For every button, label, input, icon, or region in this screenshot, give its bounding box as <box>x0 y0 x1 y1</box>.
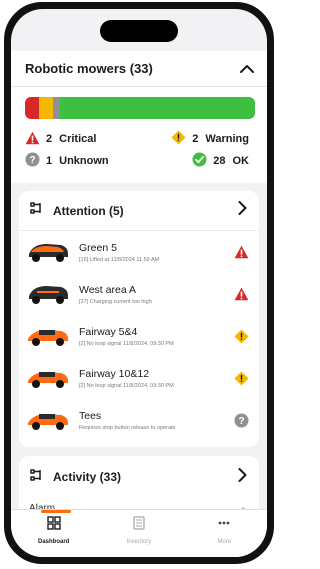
dynamic-island <box>100 20 178 42</box>
ok-icon <box>192 152 207 170</box>
alert-item[interactable]: Tees Requires stop button release to ope… <box>19 399 259 441</box>
tab-dashboard[interactable]: Dashboard <box>11 516 96 545</box>
attention-title: Attention (5) <box>53 203 124 218</box>
unknown-count: 1 <box>46 155 53 167</box>
critical-count: 2 <box>46 133 53 145</box>
tab-label: Inventory <box>126 539 152 545</box>
tab-label: Dashboard <box>37 539 70 545</box>
status-summary: 2 Critical 2 Warning ? 1 Unknown 28 OK <box>11 87 267 183</box>
ok-stat[interactable]: 28 OK <box>137 152 255 170</box>
status-bar-segment-critical <box>25 97 39 119</box>
unknown-label: Unknown <box>59 155 109 167</box>
warning-count: 2 <box>192 133 199 145</box>
tab-label: More <box>217 539 232 545</box>
page-title: Robotic mowers (33) <box>25 61 153 76</box>
warning-icon <box>233 370 249 386</box>
attention-header[interactable]: Attention (5) <box>19 191 259 231</box>
attention-card: Attention (5) Green 5 [16] Lifted at 11/… <box>19 191 259 447</box>
more-icon <box>217 516 231 535</box>
inventory-icon <box>132 516 146 535</box>
alert-name: Green 5 <box>79 241 117 254</box>
chevron-right-icon[interactable] <box>238 201 247 220</box>
mower-image <box>25 323 71 349</box>
app-screen: Robotic mowers (33) 2 Critical 2 Warning… <box>11 9 267 557</box>
status-bar-segment-warning <box>38 97 53 119</box>
alert-name: Fairway 5&4 <box>79 325 138 338</box>
alert-detail: [2] No loop signal 11/8/2024, 09:30 PM <box>79 382 174 389</box>
alert-detail: [2] No loop signal 11/8/2024, 09:30 PM <box>79 340 174 347</box>
svg-text:?: ? <box>29 155 35 166</box>
mower-image <box>25 365 71 391</box>
alert-item[interactable]: Fairway 5&4 [2] No loop signal 11/8/2024… <box>19 315 259 357</box>
unknown-stat[interactable]: ? 1 Unknown <box>25 152 137 170</box>
alert-item[interactable]: Green 5 [16] Lifted at 11/8/2024 11:59 A… <box>19 231 259 273</box>
tab-bar: Dashboard Inventory More <box>11 509 267 557</box>
critical-label: Critical <box>59 133 97 145</box>
critical-icon <box>233 244 249 260</box>
mower-image <box>25 239 71 265</box>
alert-name: Tees <box>79 409 102 422</box>
activity-header[interactable]: Activity (33) <box>19 456 259 498</box>
warning-icon <box>171 130 186 148</box>
activity-title: Activity (33) <box>53 470 122 484</box>
alert-detail: Requires stop button release to operate <box>79 424 176 431</box>
chevron-up-icon[interactable] <box>239 61 255 77</box>
tab-more[interactable]: More <box>182 516 267 545</box>
active-tab-indicator <box>41 510 71 513</box>
tab-inventory[interactable]: Inventory <box>96 516 181 545</box>
mower-image <box>25 407 71 433</box>
mower-image <box>25 281 71 307</box>
mower-outline-icon <box>29 201 43 220</box>
status-bar-segment-unknown <box>52 97 60 119</box>
chevron-right-icon[interactable] <box>238 467 247 487</box>
alert-item[interactable]: West area A [37] Charging current too hi… <box>19 273 259 315</box>
ok-count: 28 <box>213 155 226 167</box>
phone-frame: Robotic mowers (33) 2 Critical 2 Warning… <box>4 2 274 564</box>
alert-item[interactable]: Fairway 10&12 [2] No loop signal 11/8/20… <box>19 357 259 399</box>
ok-label: OK <box>232 155 250 167</box>
critical-stat[interactable]: 2 Critical <box>25 131 137 148</box>
status-bar <box>25 97 255 119</box>
alert-name: Fairway 10&12 <box>79 367 150 380</box>
dashboard-icon <box>46 516 61 535</box>
critical-icon <box>25 131 40 148</box>
mower-outline-icon <box>29 468 43 487</box>
unknown-icon: ? <box>25 152 40 170</box>
unknown-icon: ? <box>233 412 249 428</box>
critical-icon <box>233 286 249 302</box>
alert-name: West area A <box>79 283 137 296</box>
alert-detail: [16] Lifted at 11/8/2024 11:59 AM <box>79 256 160 263</box>
warning-stat[interactable]: 2 Warning <box>137 130 255 148</box>
warning-icon <box>233 328 249 344</box>
warning-label: Warning <box>205 133 249 145</box>
mowers-header[interactable]: Robotic mowers (33) <box>11 51 267 87</box>
status-bar-segment-ok <box>59 97 255 119</box>
alert-detail: [37] Charging current too high <box>79 298 152 305</box>
svg-text:?: ? <box>238 416 244 427</box>
status-row-1: 2 Critical 2 Warning <box>25 128 255 150</box>
status-row-2: ? 1 Unknown 28 OK <box>25 150 255 172</box>
